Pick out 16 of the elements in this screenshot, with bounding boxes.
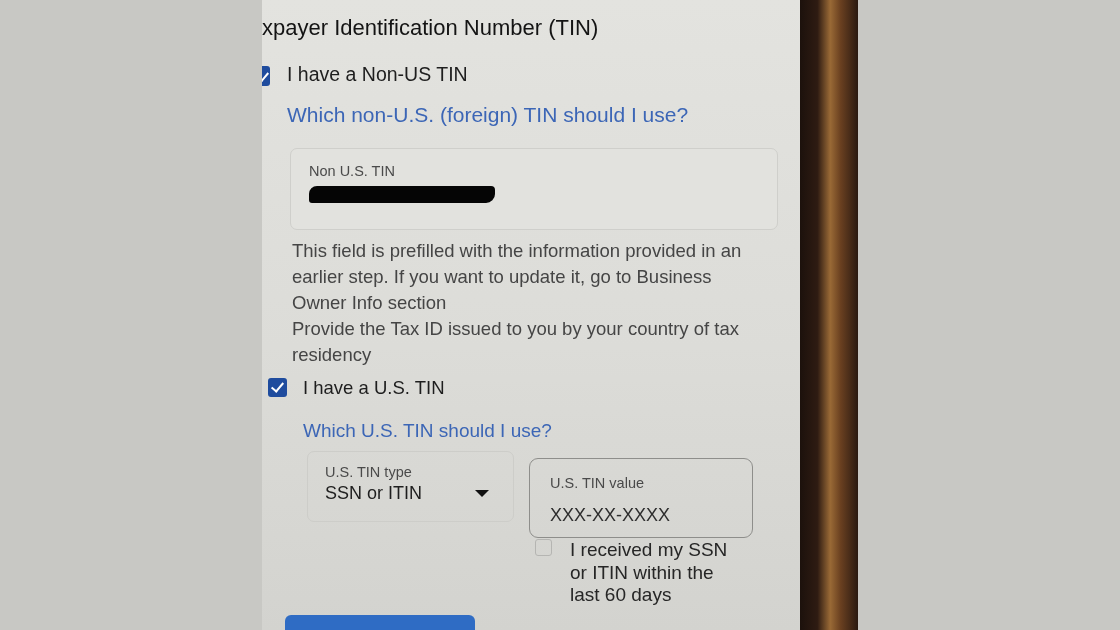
help-link[interactable]: Which non-U.S. (foreign) TIN should I use?: [287, 103, 689, 127]
caret-icon: [475, 489, 489, 497]
checkbox-label: I have a Non-US TIN: [287, 62, 468, 86]
field-label: U.S. TIN type: [325, 463, 413, 481]
text-field[interactable]: Non U.S. TIN: [290, 148, 778, 230]
page-heading: xpayer Identification Number (TIN): [262, 16, 599, 40]
field-label: U.S. TIN value: [550, 474, 645, 492]
checkbox[interactable]: [535, 539, 552, 556]
checkbox-label: I received my SSN or ITIN within the last 60 days: [570, 539, 729, 607]
checkbox[interactable]: [268, 378, 287, 397]
tin-type-dropdown[interactable]: U.S. TIN type SSN or ITIN: [307, 451, 514, 522]
help-link[interactable]: Which U.S. TIN should I use?: [303, 419, 552, 443]
helper-text: This field is prefilled with the information provided in an earlier step. If you want to update it, go to Business Owner Info section: [292, 239, 743, 315]
field-label: Non U.S. TIN: [309, 162, 395, 180]
checkbox-label: I have a U.S. TIN: [303, 376, 445, 400]
helper-text: Provide the Tax ID issued to you by your country of tax residency: [292, 317, 740, 367]
